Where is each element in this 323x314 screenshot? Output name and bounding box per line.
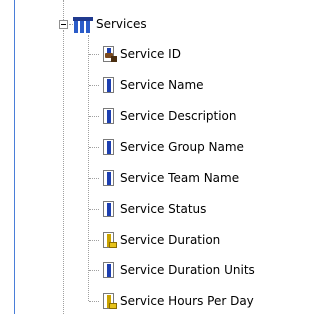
tree-node-service-group-name[interactable]: Service Group Name	[99, 137, 244, 157]
text-field-icon	[99, 107, 117, 125]
tree-connector	[89, 147, 99, 149]
collapse-toggle[interactable]	[59, 20, 68, 29]
tree-node-service-team-name[interactable]: Service Team Name	[99, 168, 239, 188]
text-field-icon	[99, 261, 117, 279]
tree-node-label: Service Team Name	[120, 171, 240, 185]
tree-connector	[89, 301, 99, 303]
text-field-icon	[99, 169, 117, 187]
tree-node-label: Service ID	[120, 47, 181, 61]
tree-node-label: Service Hours Per Day	[120, 294, 254, 308]
tree-connector	[89, 270, 99, 272]
tree-connector	[89, 209, 99, 211]
tree-connector	[88, 35, 90, 301]
numeric-field-icon	[99, 292, 117, 310]
key-field-icon	[99, 45, 117, 63]
tree-node-service-hours-per-day[interactable]: Service Hours Per Day	[99, 291, 254, 311]
schema-tree: Services Service ID Service Name Service…	[0, 0, 323, 314]
tree-node-services[interactable]: Services	[73, 14, 147, 34]
text-field-icon	[99, 138, 117, 156]
tree-connector	[89, 54, 99, 56]
tree-node-label: Services	[96, 17, 147, 31]
text-field-icon	[99, 200, 117, 218]
tree-node-label: Service Group Name	[120, 140, 244, 154]
table-icon	[73, 15, 93, 33]
tree-node-service-status[interactable]: Service Status	[99, 199, 206, 219]
tree-node-label: Service Name	[120, 78, 204, 92]
numeric-field-icon	[99, 231, 117, 249]
tree-connector	[89, 85, 99, 87]
text-field-icon	[99, 76, 117, 94]
tree-node-service-duration-units[interactable]: Service Duration Units	[99, 260, 255, 280]
tree-node-service-name[interactable]: Service Name	[99, 75, 204, 95]
tree-node-service-duration[interactable]: Service Duration	[99, 230, 220, 250]
tree-connector	[89, 240, 99, 242]
tree-node-label: Service Description	[120, 109, 237, 123]
tree-connector	[63, 30, 65, 314]
tree-connector	[63, 0, 65, 20]
tree-node-label: Service Duration Units	[120, 263, 255, 277]
tree-node-service-description[interactable]: Service Description	[99, 106, 237, 126]
tree-connector	[89, 116, 99, 118]
tree-node-service-id[interactable]: Service ID	[99, 44, 181, 64]
tree-connector	[89, 178, 99, 180]
tree-node-label: Service Status	[120, 202, 207, 216]
tree-node-label: Service Duration	[120, 233, 221, 247]
